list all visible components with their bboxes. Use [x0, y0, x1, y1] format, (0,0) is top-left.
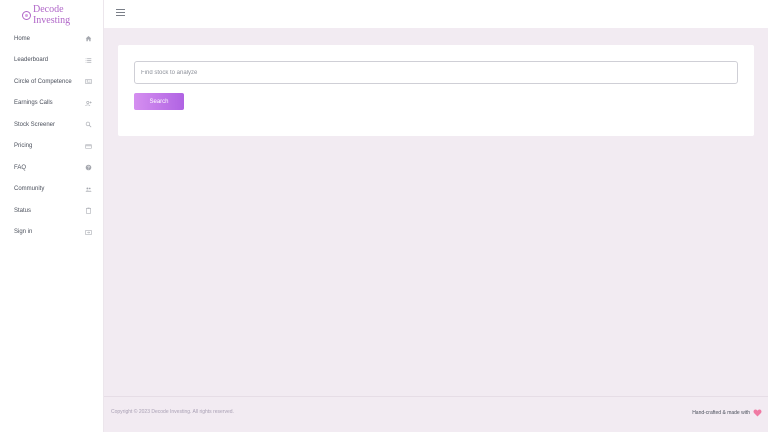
menu-icon[interactable]	[116, 9, 125, 17]
sidebar-item-earnings-calls[interactable]: Earnings Calls	[0, 93, 104, 115]
home-icon	[84, 35, 92, 43]
sidebar-item-pricing[interactable]: Pricing	[0, 136, 104, 158]
sidebar-item-leaderboard[interactable]: Leaderboard	[0, 50, 104, 72]
person-add-icon	[84, 99, 92, 107]
sidebar-item-label: Pricing	[14, 143, 33, 150]
sidebar-item-sign-in[interactable]: Sign in	[0, 222, 104, 244]
brand-logo[interactable]: Decode Investing	[22, 4, 103, 26]
copyright-text: Copyright © 2023 Decode Investing. All r…	[111, 409, 234, 415]
people-icon	[84, 185, 92, 193]
sidebar-item-label: Circle of Competence	[14, 78, 72, 85]
sidebar-item-circle-of-competence[interactable]: Circle of Competence	[0, 71, 104, 93]
top-bar	[104, 0, 768, 28]
sidebar-item-faq[interactable]: FAQ	[0, 157, 104, 179]
question-icon	[84, 164, 92, 172]
sidebar-item-stock-screener[interactable]: Stock Screener	[0, 114, 104, 136]
list-icon	[84, 56, 92, 64]
sidebar-item-label: Leaderboard	[14, 57, 49, 64]
sidebar: Decode Investing Home Leaderboard Circle…	[0, 0, 104, 432]
heart-icon	[753, 409, 762, 417]
footer-divider	[104, 396, 768, 397]
sidebar-item-status[interactable]: Status	[0, 200, 104, 222]
sidebar-item-label: Earnings Calls	[14, 100, 53, 107]
sidebar-item-community[interactable]: Community	[0, 179, 104, 201]
sidebar-nav: Home Leaderboard Circle of Competence Ea…	[0, 28, 104, 243]
clipboard-icon	[84, 207, 92, 215]
card-icon	[84, 78, 92, 86]
brand-name: Decode Investing	[32, 4, 71, 26]
sidebar-item-label: Status	[14, 207, 32, 214]
handcrafted-note: Hand-crafted & made with	[692, 409, 762, 417]
search-card: Search	[118, 45, 754, 136]
sidebar-item-home[interactable]: Home	[0, 28, 104, 50]
sidebar-item-label: Home	[14, 35, 31, 42]
sidebar-item-label: Community	[14, 186, 45, 193]
stock-search-input[interactable]	[134, 61, 738, 84]
login-icon	[84, 228, 92, 236]
sidebar-item-label: Stock Screener	[14, 121, 56, 128]
search-icon	[84, 121, 92, 129]
credit-card-icon	[84, 142, 92, 150]
logo-icon	[22, 10, 31, 20]
search-button[interactable]: Search	[134, 93, 184, 110]
sidebar-item-label: FAQ	[14, 164, 27, 171]
sidebar-item-label: Sign in	[14, 229, 33, 236]
handcrafted-text: Hand-crafted & made with	[692, 410, 750, 416]
